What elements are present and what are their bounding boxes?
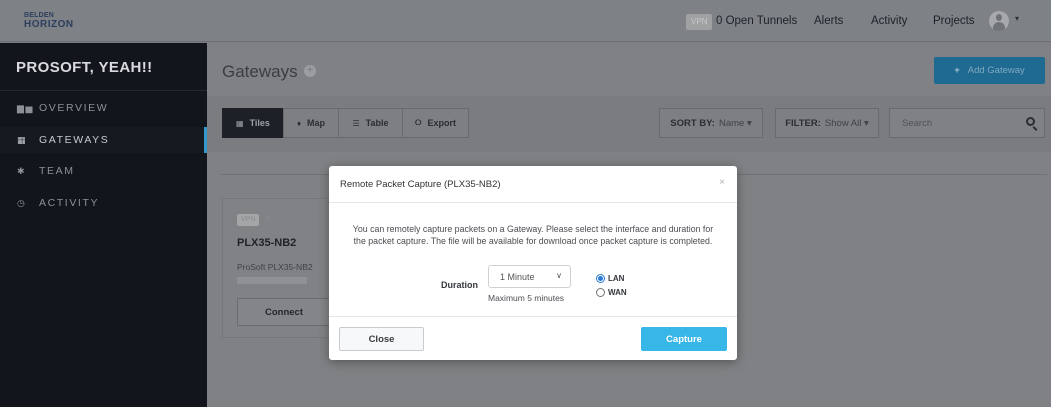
filter-value: Show All ▾ [824, 117, 869, 129]
view-table-button[interactable]: ☰ Table [338, 108, 403, 138]
top-bar: BELDEN HORIZON VPN 0 Open Tunnels Alerts… [0, 0, 1051, 42]
open-tunnels-link[interactable]: 0 Open Tunnels [716, 15, 797, 27]
sidebar-item-overview[interactable]: ▆▅ OVERVIEW [0, 95, 207, 121]
capture-button[interactable]: Capture [641, 327, 727, 351]
clock-icon: ◷ [17, 197, 27, 208]
sort-by-label: SORT BY: [670, 117, 715, 129]
nav-projects[interactable]: Projects [933, 15, 975, 27]
gateway-toolbar: ▦ Tiles ♦ Map ☰ Table ⭘ Export SORT BY: … [207, 96, 1051, 152]
sidebar-divider [0, 90, 207, 91]
sidebar-item-label: GATEWAYS [39, 134, 110, 146]
sidebar: PROSOFT, YEAH!! ▆▅ OVERVIEW ▦ GATEWAYS ✱… [0, 43, 207, 407]
add-gateway-label: Add Gateway [967, 65, 1025, 76]
org-name: PROSOFT, YEAH!! [16, 59, 153, 76]
export-button[interactable]: ⭘ Export [402, 108, 469, 138]
vpn-badge: VPN [237, 214, 260, 226]
sort-by-value: Name ▾ [718, 117, 752, 129]
radio-unselected-icon [596, 288, 605, 297]
close-icon[interactable]: × [719, 177, 725, 188]
interface-radio-lan[interactable]: LAN [596, 274, 624, 283]
filter-label: FILTER: [785, 117, 821, 129]
view-map-label: Map [307, 118, 326, 128]
bell-icon[interactable]: ♪ [266, 213, 271, 223]
modal-description: You can remotely capture packets on a Ga… [352, 224, 714, 246]
sidebar-item-label: ACTIVITY [39, 197, 100, 209]
grid-icon: ▦ [236, 118, 244, 128]
bar-chart-icon: ▆▅ [17, 102, 35, 113]
close-button[interactable]: Close [339, 327, 424, 351]
plus-icon: + [954, 65, 960, 76]
avatar-head [996, 14, 1002, 21]
duration-hint: Maximum 5 minutes [488, 293, 565, 303]
nav-alerts[interactable]: Alerts [814, 15, 843, 27]
duration-label: Duration [441, 280, 478, 290]
gateway-serial-redacted [237, 277, 307, 284]
avatar[interactable] [989, 11, 1009, 31]
sidebar-item-label: OVERVIEW [39, 102, 109, 114]
packet-capture-modal: Remote Packet Capture (PLX35-NB2) × You … [329, 166, 737, 360]
search-icon[interactable] [1026, 117, 1035, 126]
modal-header: Remote Packet Capture (PLX35-NB2) × [329, 166, 737, 203]
modal-footer-divider [329, 316, 737, 317]
sort-by-dropdown[interactable]: SORT BY: Name ▾ [659, 108, 763, 138]
view-map-button[interactable]: ♦ Map [283, 108, 339, 138]
gateway-card[interactable]: VPN ♪ PLX35-NB2 ProSoft PLX35-NB2 Connec… [222, 198, 331, 338]
export-label: Export [427, 118, 456, 128]
grid-icon: ▦ [17, 134, 28, 145]
interface-label-wan: WAN [608, 288, 627, 297]
sidebar-item-label: TEAM [39, 165, 75, 177]
export-icon: ⭘ [415, 118, 422, 127]
avatar-body [993, 22, 1005, 31]
duration-value: 1 Minute [500, 272, 535, 282]
filter-dropdown[interactable]: FILTER: Show All ▾ [775, 108, 879, 138]
radio-selected-icon [596, 274, 605, 283]
search-input[interactable] [890, 109, 1015, 137]
modal-title: Remote Packet Capture (PLX35-NB2) [340, 179, 501, 190]
plus-circle-icon[interactable]: + [304, 65, 316, 77]
interface-label-lan: LAN [608, 274, 625, 283]
horizon-logo[interactable]: BELDEN HORIZON [24, 11, 74, 30]
view-table-label: Table [365, 118, 389, 128]
search-box [889, 108, 1045, 138]
chevron-down-icon: ∨ [556, 271, 562, 280]
view-tiles-label: Tiles [249, 118, 270, 128]
gateway-name: PLX35-NB2 [237, 237, 297, 249]
sidebar-item-team[interactable]: ✱ TEAM [0, 158, 207, 184]
chevron-down-icon[interactable]: ▾ [1015, 14, 1019, 23]
gateway-model: ProSoft PLX35-NB2 [237, 262, 313, 272]
map-pin-icon: ♦ [296, 118, 302, 128]
sidebar-item-activity[interactable]: ◷ ACTIVITY [0, 190, 207, 216]
logo-product: HORIZON [24, 19, 74, 30]
view-tiles-button[interactable]: ▦ Tiles [222, 108, 284, 138]
nav-activity[interactable]: Activity [871, 15, 907, 27]
duration-select[interactable]: 1 Minute ∨ [488, 265, 571, 288]
connect-button[interactable]: Connect [237, 298, 331, 326]
page-title: Gateways [222, 62, 298, 81]
interface-radio-wan[interactable]: WAN [596, 288, 627, 297]
sidebar-item-gateways[interactable]: ▦ GATEWAYS [0, 127, 207, 153]
add-gateway-button[interactable]: + Add Gateway [934, 57, 1045, 84]
users-icon: ✱ [17, 165, 27, 176]
table-icon: ☰ [352, 118, 360, 128]
vpn-badge: VPN [686, 14, 713, 30]
